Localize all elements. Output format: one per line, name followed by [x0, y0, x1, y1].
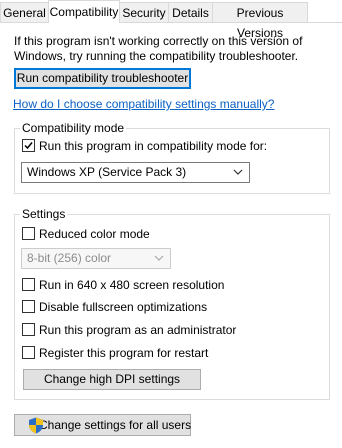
chevron-down-icon [154, 255, 164, 261]
compatibility-mode-group [14, 128, 330, 194]
checkmark-icon [24, 142, 33, 150]
run-troubleshooter-button[interactable]: Run compatibility troubleshooter [14, 68, 191, 89]
tab-general[interactable]: General [0, 2, 49, 22]
disable-fullscreen-checkbox[interactable] [22, 300, 35, 313]
register-restart-checkbox[interactable] [22, 346, 35, 359]
run-admin-label: Run this program as an administrator [39, 323, 237, 337]
uac-shield-icon [29, 417, 43, 434]
reduced-color-checkbox[interactable] [22, 227, 35, 240]
os-version-select[interactable]: Windows XP (Service Pack 3) [21, 162, 250, 183]
change-all-users-button[interactable]: Change settings for all users [14, 414, 191, 436]
reduced-color-label: Reduced color mode [39, 227, 150, 241]
tab-security[interactable]: Security [119, 2, 169, 22]
compatibility-mode-legend: Compatibility mode [20, 121, 127, 135]
register-restart-label: Register this program for restart [39, 346, 209, 360]
res-640-label: Run in 640 x 480 screen resolution [39, 278, 225, 292]
change-all-users-label: Change settings for all users [39, 418, 192, 432]
tab-previous-versions[interactable]: Previous Versions [212, 2, 308, 40]
disable-fullscreen-label: Disable fullscreen optimizations [39, 300, 208, 314]
help-link[interactable]: How do I choose compatibility settings m… [13, 97, 274, 111]
color-depth-select[interactable]: 8-bit (256) color [21, 248, 171, 269]
change-dpi-button[interactable]: Change high DPI settings [23, 369, 201, 390]
tab-strip: General Compatibility Security Details P… [0, 0, 342, 40]
run-admin-checkbox[interactable] [22, 323, 35, 336]
os-version-value: Windows XP (Service Pack 3) [27, 165, 187, 179]
settings-legend: Settings [20, 207, 68, 221]
color-depth-value: 8-bit (256) color [27, 251, 112, 265]
compat-mode-checkbox[interactable] [22, 139, 35, 152]
intro-text: If this program isn't working correctly … [14, 34, 303, 63]
tab-compatibility[interactable]: Compatibility [48, 0, 120, 23]
res-640-checkbox[interactable] [22, 278, 35, 291]
compat-mode-label: Run this program in compatibility mode f… [39, 139, 268, 153]
chevron-down-icon [233, 169, 243, 175]
tab-details[interactable]: Details [168, 2, 213, 22]
